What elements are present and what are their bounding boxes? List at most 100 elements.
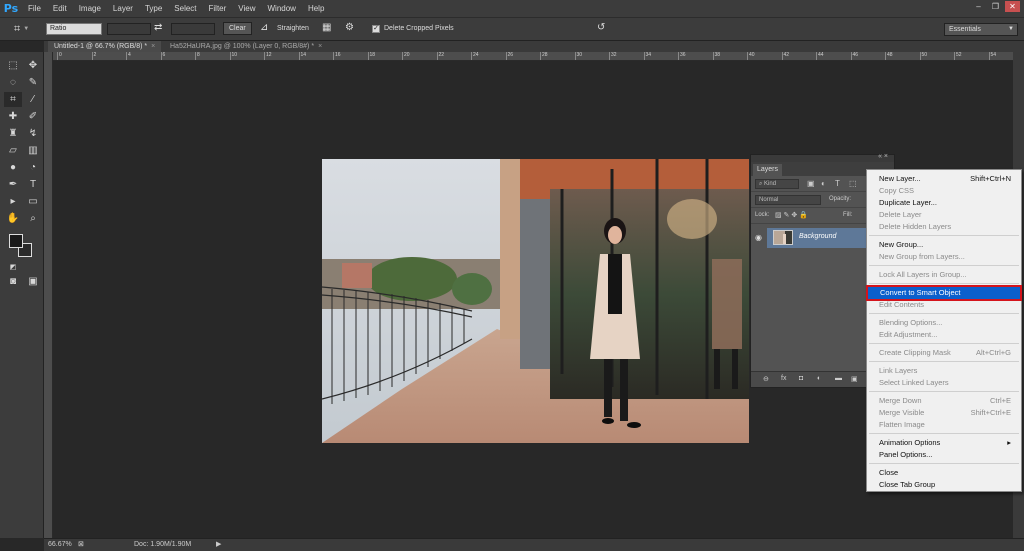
menu-item-animation-options[interactable]: Animation Options ▸: [867, 437, 1021, 449]
new-layer-icon[interactable]: ▣: [851, 375, 858, 383]
foreground-color-swatch[interactable]: [9, 234, 23, 248]
menu-item-duplicate-layer[interactable]: Duplicate Layer...: [867, 197, 1021, 209]
menu-item-close-tab-group[interactable]: Close Tab Group: [867, 479, 1021, 491]
healing-brush-tool-icon[interactable]: ✚: [4, 109, 22, 124]
quick-select-tool-icon[interactable]: ✎: [24, 75, 42, 90]
menu-item-close[interactable]: Close: [867, 467, 1021, 479]
tab-layers[interactable]: Layers: [753, 164, 783, 176]
delete-cropped-checkbox[interactable]: ✓: [372, 25, 380, 33]
tab-untitled[interactable]: Untitled-1 @ 66.7% (RGB/8) * ×: [48, 41, 162, 52]
swap-icon[interactable]: ⇄: [154, 22, 162, 33]
menu-item-convert-to-smart-object[interactable]: Convert to Smart Object: [866, 285, 1022, 301]
zoom-tool-icon[interactable]: ⌕: [24, 211, 42, 226]
screen-mode-icon[interactable]: ▣: [24, 274, 42, 289]
clone-stamp-tool-icon[interactable]: ♜: [4, 126, 22, 141]
collapse-icon[interactable]: « ×: [878, 153, 888, 160]
clear-button[interactable]: Clear: [223, 22, 252, 35]
status-menu-icon[interactable]: ▶: [216, 539, 221, 551]
menu-view[interactable]: View: [232, 0, 261, 17]
restore-icon[interactable]: ❐: [988, 1, 1003, 12]
menu-edit[interactable]: Edit: [47, 0, 73, 17]
path-select-tool-icon[interactable]: ▸: [4, 194, 22, 209]
crop-tool-icon[interactable]: ⌗: [14, 23, 20, 36]
hand-tool-icon[interactable]: ✋: [4, 211, 22, 226]
menu-select[interactable]: Select: [168, 0, 202, 17]
dodge-tool-icon[interactable]: ◔: [24, 160, 42, 175]
menu-layer[interactable]: Layer: [107, 0, 139, 17]
adjustment-filter-icon[interactable]: ◐: [821, 179, 826, 188]
tab-ha52hauras[interactable]: Ha52HaURA.jpg @ 100% (Layer 0, RGB/8#) *…: [164, 41, 328, 52]
reset-icon[interactable]: ↺: [597, 22, 605, 33]
menu-item-label: Blending Options...: [879, 318, 943, 327]
zoom-level[interactable]: 66.67%: [48, 539, 72, 551]
menu-item-new-group-from-layers[interactable]: New Group from Layers...: [867, 251, 1021, 263]
chevron-down-icon[interactable]: ▼: [23, 26, 29, 32]
move-tool-icon[interactable]: ✥: [24, 58, 42, 73]
menu-item-select-linked-layers[interactable]: Select Linked Layers: [867, 377, 1021, 389]
link-icon[interactable]: ⊖: [763, 375, 769, 383]
lasso-tool-icon[interactable]: ◌: [4, 75, 22, 90]
menu-item-edit-contents[interactable]: Edit Contents: [867, 299, 1021, 311]
gradient-tool-icon[interactable]: ▥: [24, 143, 42, 158]
menu-item-new-group[interactable]: New Group...: [867, 239, 1021, 251]
quick-mask-icon[interactable]: ◙: [4, 274, 22, 289]
eye-icon[interactable]: ◉: [755, 233, 762, 242]
marquee-tool-icon[interactable]: ⬚: [4, 58, 22, 73]
menu-item-delete-layer[interactable]: Delete Layer: [867, 209, 1021, 221]
eyedropper-tool-icon[interactable]: ⁄: [24, 92, 42, 107]
menu-item-merge-visible[interactable]: Merge Visible Shift+Ctrl+E: [867, 407, 1021, 419]
close-icon[interactable]: ×: [318, 43, 322, 50]
menu-item-panel-options[interactable]: Panel Options...: [867, 449, 1021, 461]
menu-item-create-clipping-mask[interactable]: Create Clipping Mask Alt+Ctrl+G: [867, 347, 1021, 359]
pixel-filter-icon[interactable]: ▣: [807, 179, 815, 188]
menu-type[interactable]: Type: [139, 0, 168, 17]
menu-item-flatten-image[interactable]: Flatten Image: [867, 419, 1021, 431]
menu-item-link-layers[interactable]: Link Layers: [867, 365, 1021, 377]
blur-tool-icon[interactable]: ●: [4, 160, 22, 175]
ratio-height-input[interactable]: [171, 23, 215, 35]
type-filter-icon[interactable]: T: [835, 179, 840, 188]
menu-item-copy-css[interactable]: Copy CSS: [867, 185, 1021, 197]
grid-overlay-icon[interactable]: ▦: [322, 22, 331, 33]
status-icon[interactable]: ⊠: [78, 539, 84, 551]
document-canvas[interactable]: [322, 159, 749, 443]
shape-filter-icon[interactable]: ⬚: [849, 179, 857, 188]
pen-tool-icon[interactable]: ✒: [4, 177, 22, 192]
rectangle-tool-icon[interactable]: ▭: [24, 194, 42, 209]
menu-item-label: Copy CSS: [879, 186, 915, 195]
menu-window[interactable]: Window: [262, 0, 302, 17]
lock-pixels-icon[interactable]: ▨ ✎ ✥ 🔒: [775, 211, 808, 219]
mask-icon[interactable]: ◘: [799, 375, 803, 382]
brush-tool-icon[interactable]: ✐: [24, 109, 42, 124]
close-icon[interactable]: ×: [151, 43, 155, 50]
menu-item-blending-options[interactable]: Blending Options...: [867, 317, 1021, 329]
menu-item-edit-adjustment[interactable]: Edit Adjustment...: [867, 329, 1021, 341]
ratio-width-input[interactable]: [107, 23, 151, 35]
straighten-button[interactable]: Straighten: [277, 25, 309, 32]
type-tool-icon[interactable]: T: [24, 177, 42, 192]
filter-kind-select[interactable]: ⌕ Kind: [755, 179, 799, 189]
workspace-select[interactable]: Essentials ▼: [944, 23, 1018, 36]
minimize-icon[interactable]: ‒: [971, 1, 986, 12]
folder-icon[interactable]: ▬: [835, 375, 842, 382]
menu-help[interactable]: Help: [302, 0, 330, 17]
menu-item-lock-all-layers-in-group[interactable]: Lock All Layers in Group...: [867, 269, 1021, 281]
history-brush-tool-icon[interactable]: ↯: [24, 126, 42, 141]
close-icon[interactable]: ✕: [1005, 1, 1020, 12]
gear-icon[interactable]: ⚙: [345, 22, 354, 33]
blend-mode-select[interactable]: Normal: [755, 195, 821, 205]
menu-filter[interactable]: Filter: [203, 0, 233, 17]
crop-tool-icon[interactable]: ⌗: [4, 92, 22, 107]
fx-icon[interactable]: fx: [781, 375, 786, 382]
menu-item-merge-down[interactable]: Merge Down Ctrl+E: [867, 395, 1021, 407]
menu-image[interactable]: Image: [73, 0, 107, 17]
menu-separator: [869, 391, 1019, 392]
eraser-tool-icon[interactable]: ▱: [4, 143, 22, 158]
menu-item-delete-hidden-layers[interactable]: Delete Hidden Layers: [867, 221, 1021, 233]
ratio-select[interactable]: Ratio: [46, 23, 102, 35]
menu-file[interactable]: File: [22, 0, 47, 17]
straighten-icon[interactable]: ⊿: [260, 22, 268, 33]
default-colors-icon[interactable]: ◩: [4, 260, 22, 275]
menu-item-new-layer[interactable]: New Layer... Shift+Ctrl+N: [867, 173, 1021, 185]
adjustment-icon[interactable]: ◐: [817, 375, 821, 382]
